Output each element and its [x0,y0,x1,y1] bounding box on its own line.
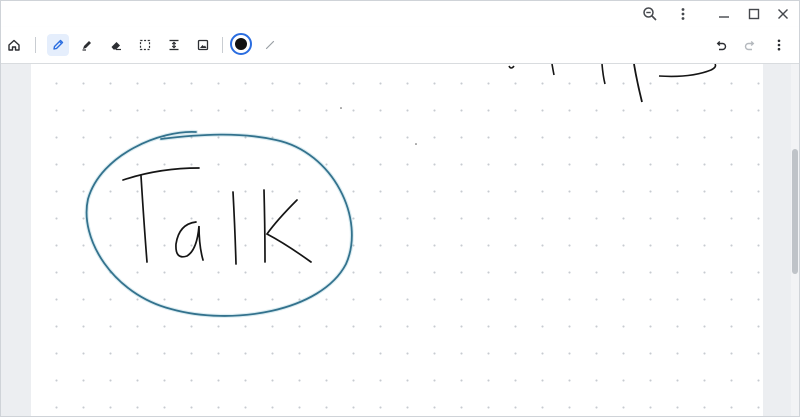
toolbar [1,27,799,64]
ink-stroke [508,65,515,69]
ink-stroke [551,64,555,76]
scrollbar-thumb[interactable] [792,149,798,274]
lasso-select-icon[interactable] [134,34,156,56]
minimize-icon[interactable] [713,3,735,25]
highlight-circle-glow [84,129,354,318]
insert-space-icon[interactable] [163,34,185,56]
ink-dot [340,107,342,109]
toolbar-divider [222,37,223,53]
ink-letter-l [232,191,237,265]
vertical-scrollbar[interactable] [791,64,799,416]
maximize-icon[interactable] [743,3,765,25]
dot-grid-page[interactable] [31,64,763,416]
pen-color-swatch[interactable] [230,33,252,55]
ink-layer [84,64,717,318]
toolbar-divider [35,37,36,53]
image-icon[interactable] [192,34,214,56]
pen-thickness-icon[interactable] [259,34,281,56]
ink-letter-a [175,221,204,261]
more-vertical-icon[interactable] [672,3,694,25]
redo-icon[interactable] [739,34,761,56]
app-window [0,0,800,417]
ink-letter-k [265,199,312,263]
zoom-out-icon[interactable] [639,3,661,25]
canvas-area [1,64,799,416]
ink-stroke [658,64,717,78]
eraser-icon[interactable] [105,34,127,56]
close-icon[interactable] [772,3,794,25]
ink-stroke [601,64,606,85]
pen-color-dot [235,38,247,50]
undo-icon[interactable] [710,34,732,56]
ink-letter-k [263,189,266,263]
home-icon[interactable] [3,34,25,56]
marker-icon[interactable] [76,34,98,56]
toolbar-more-icon[interactable] [768,34,790,56]
ink-stroke [633,64,643,103]
ink-dot [415,143,417,145]
title-bar [1,1,799,27]
ink-letter-t [140,175,148,263]
ink-letter-t [122,167,200,181]
pen-icon[interactable] [47,34,69,56]
